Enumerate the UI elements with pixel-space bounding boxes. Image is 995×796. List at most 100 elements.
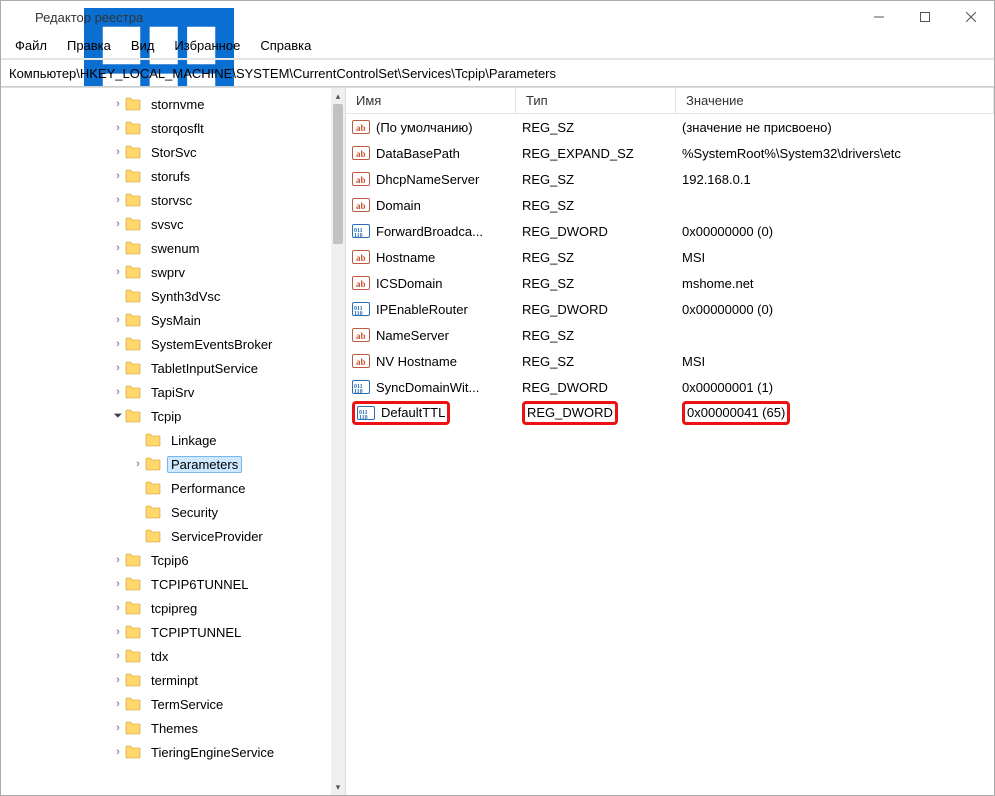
reg-string-icon xyxy=(352,170,370,188)
tree-item[interactable]: › StorSvc xyxy=(1,140,331,164)
tree-item[interactable]: ›Tcpip6 xyxy=(1,548,331,572)
chevron-right-icon[interactable]: › xyxy=(111,266,125,278)
chevron-right-icon[interactable]: › xyxy=(111,578,125,590)
tree-item[interactable]: ›storvsc xyxy=(1,188,331,212)
tree-item[interactable]: ›Performance xyxy=(1,476,331,500)
chevron-right-icon[interactable]: › xyxy=(111,98,125,110)
tree-item[interactable]: ›Themes xyxy=(1,716,331,740)
chevron-right-icon[interactable]: › xyxy=(111,338,125,350)
scroll-up-icon[interactable]: ▴ xyxy=(331,88,345,104)
chevron-right-icon[interactable]: › xyxy=(111,386,125,398)
chevron-right-icon[interactable]: › xyxy=(111,122,125,134)
tree-item[interactable]: ›swprv xyxy=(1,260,331,284)
value-data: MSI xyxy=(682,250,705,265)
value-row[interactable]: ForwardBroadca...REG_DWORD0x00000000 (0) xyxy=(346,218,994,244)
tree-item[interactable]: ›ServiceProvider xyxy=(1,524,331,548)
chevron-right-icon: › xyxy=(131,482,145,494)
value-row[interactable]: DataBasePathREG_EXPAND_SZ%SystemRoot%\Sy… xyxy=(346,140,994,166)
value-row[interactable]: DhcpNameServerREG_SZ192.168.0.1 xyxy=(346,166,994,192)
reg-binary-icon xyxy=(352,378,370,396)
tree-item[interactable]: ›TieringEngineService xyxy=(1,740,331,764)
minimize-button[interactable] xyxy=(856,1,902,33)
menu-file[interactable]: Файл xyxy=(5,36,57,55)
chevron-right-icon[interactable]: › xyxy=(111,602,125,614)
value-name: DataBasePath xyxy=(376,146,460,161)
chevron-right-icon[interactable]: › xyxy=(111,746,125,758)
tree-item[interactable]: ›Synth3dVsc xyxy=(1,284,331,308)
tree-item[interactable]: ›SysMain xyxy=(1,308,331,332)
menu-edit[interactable]: Правка xyxy=(57,36,121,55)
chevron-right-icon[interactable]: › xyxy=(111,626,125,638)
scroll-thumb[interactable] xyxy=(333,104,343,244)
chevron-right-icon[interactable]: › xyxy=(111,218,125,230)
value-row[interactable]: (По умолчанию)REG_SZ(значение не присвое… xyxy=(346,114,994,140)
reg-string-icon xyxy=(352,196,370,214)
tree-item-label: Parameters xyxy=(167,456,242,473)
maximize-button[interactable] xyxy=(902,1,948,33)
menu-help[interactable]: Справка xyxy=(250,36,321,55)
chevron-right-icon[interactable]: › xyxy=(111,362,125,374)
value-row[interactable]: SyncDomainWit...REG_DWORD0x00000001 (1) xyxy=(346,374,994,400)
menu-view[interactable]: Вид xyxy=(121,36,165,55)
tree-item[interactable]: ›Security xyxy=(1,500,331,524)
tree-item[interactable]: ›SystemEventsBroker xyxy=(1,332,331,356)
tree-item-label: TapiSrv xyxy=(147,384,198,401)
scroll-track[interactable] xyxy=(331,104,345,779)
chevron-right-icon[interactable]: › xyxy=(111,650,125,662)
tree-item[interactable]: ›TermService xyxy=(1,692,331,716)
tree-item[interactable]: ›storufs xyxy=(1,164,331,188)
folder-icon xyxy=(145,481,161,495)
value-row[interactable]: ICSDomainREG_SZmshome.net xyxy=(346,270,994,296)
value-name: ForwardBroadca... xyxy=(376,224,483,239)
address-bar[interactable]: Компьютер\HKEY_LOCAL_MACHINE\SYSTEM\Curr… xyxy=(1,59,994,87)
chevron-right-icon[interactable]: › xyxy=(111,314,125,326)
tree-item[interactable]: › Parameters xyxy=(1,452,331,476)
close-button[interactable] xyxy=(948,1,994,33)
title-bar: Редактор реестра xyxy=(1,1,994,33)
col-name-header[interactable]: Имя xyxy=(346,88,516,113)
value-type: REG_SZ xyxy=(522,120,574,135)
tree-item[interactable]: ›TabletInputService xyxy=(1,356,331,380)
value-row[interactable]: DefaultTTLREG_DWORD0x00000041 (65) xyxy=(346,400,994,426)
chevron-right-icon[interactable]: › xyxy=(111,242,125,254)
tree-scrollbar[interactable]: ▴ ▾ xyxy=(331,88,345,795)
col-value-header[interactable]: Значение xyxy=(676,88,994,113)
chevron-right-icon[interactable]: › xyxy=(111,170,125,182)
col-type-header[interactable]: Тип xyxy=(516,88,676,113)
value-row[interactable]: HostnameREG_SZMSI xyxy=(346,244,994,270)
tree-item[interactable]: ›TCPIP6TUNNEL xyxy=(1,572,331,596)
tree-item[interactable]: ›swenum xyxy=(1,236,331,260)
menu-favorites[interactable]: Избранное xyxy=(164,36,250,55)
tree-item[interactable]: ›terminpt xyxy=(1,668,331,692)
chevron-right-icon[interactable]: › xyxy=(111,194,125,206)
chevron-down-icon[interactable]: ⏷ xyxy=(111,410,125,423)
tree-item[interactable]: ›storqosflt xyxy=(1,116,331,140)
value-row[interactable]: NameServerREG_SZ xyxy=(346,322,994,348)
tree-item[interactable]: ›tcpipreg xyxy=(1,596,331,620)
tree-item-label: StorSvc xyxy=(147,144,201,161)
tree-item[interactable]: ›TCPIPTUNNEL xyxy=(1,620,331,644)
tree-item-label: svsvc xyxy=(147,216,188,233)
scroll-down-icon[interactable]: ▾ xyxy=(331,779,345,795)
value-row[interactable]: IPEnableRouterREG_DWORD0x00000000 (0) xyxy=(346,296,994,322)
value-data: 192.168.0.1 xyxy=(682,172,751,187)
chevron-right-icon[interactable]: › xyxy=(131,458,145,470)
value-row[interactable]: NV HostnameREG_SZMSI xyxy=(346,348,994,374)
tree-item[interactable]: ›tdx xyxy=(1,644,331,668)
tree-item[interactable]: ›Linkage xyxy=(1,428,331,452)
chevron-right-icon[interactable]: › xyxy=(111,146,125,158)
tree-item[interactable]: ⏷Tcpip xyxy=(1,404,331,428)
chevron-right-icon[interactable]: › xyxy=(111,722,125,734)
tree-item[interactable]: › svsvc xyxy=(1,212,331,236)
tree-item[interactable]: › TapiSrv xyxy=(1,380,331,404)
value-name: ICSDomain xyxy=(376,276,442,291)
value-type: REG_DWORD xyxy=(527,405,613,420)
tree-item-label: Linkage xyxy=(167,432,221,449)
value-type: REG_SZ xyxy=(522,250,574,265)
value-data: 0x00000001 (1) xyxy=(682,380,773,395)
chevron-right-icon[interactable]: › xyxy=(111,674,125,686)
chevron-right-icon[interactable]: › xyxy=(111,698,125,710)
chevron-right-icon[interactable]: › xyxy=(111,554,125,566)
tree-item[interactable]: ›stornvme xyxy=(1,92,331,116)
value-row[interactable]: DomainREG_SZ xyxy=(346,192,994,218)
